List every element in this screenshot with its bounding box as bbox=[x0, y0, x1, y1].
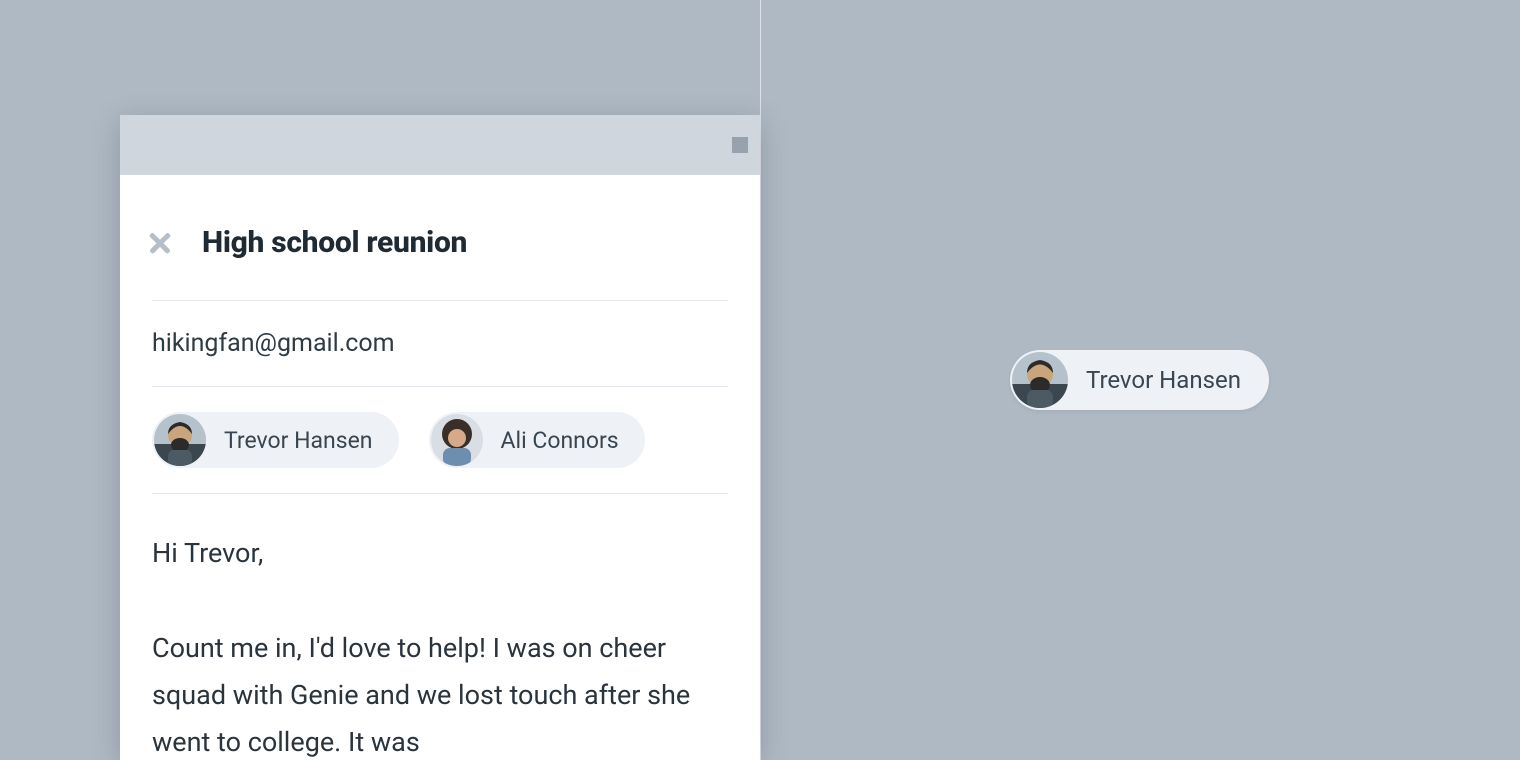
close-icon[interactable] bbox=[146, 229, 174, 257]
vertical-divider bbox=[760, 0, 761, 760]
recipient-chip-label: Trevor Hansen bbox=[224, 427, 373, 454]
window-toolbar bbox=[120, 115, 760, 175]
contact-chip-label: Trevor Hansen bbox=[1086, 366, 1241, 394]
recipient-chip-trevor[interactable]: Trevor Hansen bbox=[152, 412, 399, 468]
contact-chip-trevor[interactable]: Trevor Hansen bbox=[1010, 350, 1269, 410]
from-email: hikingfan@gmail.com bbox=[152, 329, 395, 358]
compose-subject: High school reunion bbox=[202, 225, 467, 260]
recipient-chip-ali[interactable]: Ali Connors bbox=[429, 412, 645, 468]
recipient-chip-label: Ali Connors bbox=[501, 427, 619, 454]
compose-body[interactable]: Hi Trevor, Count me in, I'd love to help… bbox=[152, 494, 728, 760]
avatar bbox=[1012, 352, 1068, 408]
recipient-chips-row: Trevor Hansen Ali Connors bbox=[152, 387, 728, 494]
standalone-chip-container: Trevor Hansen bbox=[1010, 350, 1269, 412]
avatar bbox=[431, 414, 483, 466]
avatar bbox=[154, 414, 206, 466]
compose-card: High school reunion hikingfan@gmail.com bbox=[120, 115, 760, 760]
from-field[interactable]: hikingfan@gmail.com bbox=[152, 301, 728, 387]
compose-header: High school reunion bbox=[152, 175, 728, 301]
window-control-icon[interactable] bbox=[732, 137, 748, 153]
